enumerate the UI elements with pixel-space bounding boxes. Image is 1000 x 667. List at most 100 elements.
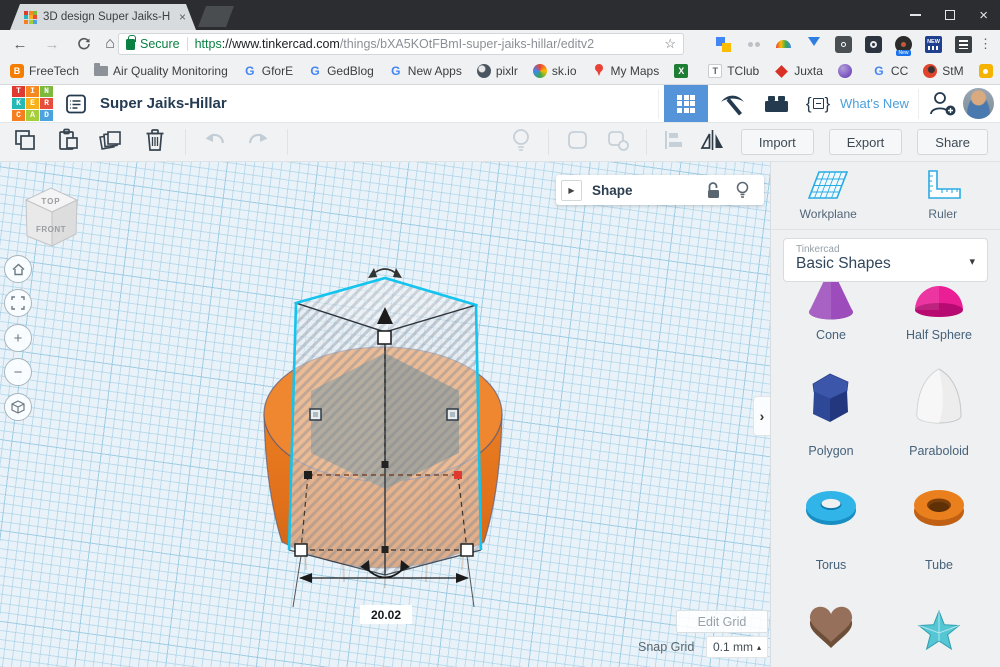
shape-star[interactable] [887,592,991,656]
disabled-extension-icon[interactable] [745,36,762,53]
view-cube[interactable]: TOP FRONT [20,178,84,257]
bookmark-new-apps[interactable]: GNew Apps [389,64,462,78]
add-user-icon[interactable] [925,85,959,122]
mid-edge-handle-right-active[interactable] [454,471,462,479]
share-button[interactable]: Share [917,129,988,155]
window-minimize-icon[interactable] [910,14,921,16]
design-title[interactable]: Super Jaiks-Hillar [100,85,227,122]
view-cube-top-label[interactable]: TOP [41,197,60,206]
bookmark-orb[interactable] [838,64,857,78]
main-area: 20.02 TOP FRONT + − ▶ Shape [0,162,1000,667]
ruler-tool[interactable]: Ruler [886,162,1000,229]
bookmark-skio[interactable]: sk.io [533,64,577,78]
bookmark-star-icon[interactable]: ☆ [664,36,676,52]
shape-category-select[interactable]: Tinkercad Basic Shapes ▾ [783,238,988,282]
refresh-icon[interactable] [72,30,96,58]
pin-extension-icon[interactable] [835,36,852,53]
browser-menu-icon[interactable]: ⋮ [979,30,992,58]
dimension-value[interactable]: 20.02 [371,608,401,622]
bookmark-excel[interactable]: X [674,64,693,78]
collections-extension-icon[interactable] [715,36,732,53]
bookmark-air-quality[interactable]: Air Quality Monitoring [94,64,228,78]
bookmark-cc[interactable]: GCC [872,64,908,78]
tab-close-icon[interactable]: × [179,11,186,23]
bookmark-stm[interactable]: StM [923,64,963,78]
perspective-toggle-button[interactable] [4,393,32,421]
undo-icon[interactable] [203,129,228,156]
rotate-handle-top[interactable] [368,268,402,278]
group-icon[interactable] [564,127,590,158]
gauge-extension-icon[interactable]: New [895,36,912,53]
redo-icon[interactable] [245,129,270,156]
shape-tube[interactable] [887,478,991,540]
edit-grid-button[interactable]: Edit Grid [676,610,768,633]
snap-grid-select[interactable]: 0.1 mm ▴ [706,636,768,658]
shape-label: Tube [887,558,991,572]
copy-icon[interactable] [12,127,38,158]
bookmark-tclub[interactable]: TTClub [708,64,759,78]
3d-model[interactable]: 20.02 [0,162,770,667]
front-corner-handle[interactable] [382,546,389,553]
export-button[interactable]: Export [829,129,903,155]
bookmark-gfore[interactable]: GGforE [243,64,293,78]
browser-tab[interactable]: 3D design Super Jaiks-H × [10,4,196,30]
design-properties-icon[interactable] [64,92,88,121]
view-cube-front-label[interactable]: FRONT [36,225,66,234]
new-tab-button[interactable] [198,6,234,27]
window-close-icon[interactable]: × [979,8,988,23]
shape-heart[interactable] [779,592,883,656]
rainbow-extension-icon[interactable] [775,36,792,53]
shape-torus[interactable] [779,478,883,540]
duplicate-icon[interactable] [98,127,125,158]
visibility-bulb-icon[interactable] [735,181,750,199]
import-button[interactable]: Import [741,129,814,155]
workplane-tool[interactable]: Workplane [771,162,886,229]
bookmark-yellow[interactable] [979,64,998,78]
bookmark-pixlr[interactable]: pixlr [477,64,518,78]
shape-paraboloid[interactable] [887,362,991,426]
corner-handle-left[interactable] [295,544,307,556]
home-view-button[interactable] [4,255,32,283]
window-restore-icon[interactable] [945,10,955,20]
top-scale-handle[interactable] [378,331,391,344]
light-icon[interactable] [509,127,533,158]
user-avatar[interactable] [963,88,994,119]
zoom-out-button[interactable]: − [4,358,32,386]
back-icon[interactable]: ← [8,30,32,58]
align-icon[interactable] [662,128,684,157]
fit-view-button[interactable] [4,289,32,317]
shape-polygon[interactable] [779,362,883,426]
bookmark-freetech[interactable]: BFreeTech [10,64,79,78]
shapes-sidebar: Workplane Ruler Tinkercad Basic Shapes ▾ [770,162,1000,667]
new-film-extension-icon[interactable]: NEW [925,36,942,53]
address-bar[interactable]: Secure https://www.tinkercad.com/things/… [118,33,684,55]
camera-extension-icon[interactable] [865,36,882,53]
minecraft-pickaxe-icon[interactable] [712,85,752,122]
forward-icon[interactable]: → [40,30,64,58]
mid-edge-handle-left[interactable] [304,471,312,479]
3d-viewport[interactable]: 20.02 TOP FRONT + − ▶ Shape [0,162,770,667]
corner-handle-right[interactable] [461,544,473,556]
filmstrip-extension-icon[interactable] [955,36,972,53]
whats-new-link[interactable]: What's New [840,85,909,122]
lego-brick-icon[interactable] [756,85,796,122]
bookmark-gedblog[interactable]: GGedBlog [308,64,374,78]
paste-icon[interactable] [55,127,81,158]
dashboard-grid-button[interactable] [664,85,708,122]
ungroup-icon[interactable] [605,127,631,158]
shape-half-sphere[interactable] [887,282,991,324]
shape-cone[interactable] [779,282,883,324]
pointer-extension-icon[interactable] [805,36,822,53]
url-scheme: https [195,37,222,51]
bookmark-my-maps[interactable]: My Maps [592,64,660,78]
collapse-sidebar-handle[interactable]: › [753,396,770,436]
zoom-in-button[interactable]: + [4,324,32,352]
bookmark-juxta[interactable]: Juxta [774,64,823,78]
tinkercad-logo[interactable]: TIN KER CAD [12,86,53,121]
expand-panel-icon[interactable]: ▶ [561,180,582,201]
lock-icon[interactable] [706,182,721,199]
shape-inspector-panel[interactable]: ▶ Shape [556,175,764,205]
mirror-icon[interactable] [699,127,726,158]
delete-icon[interactable] [142,127,168,158]
codeblocks-icon[interactable]: {} [798,85,838,122]
